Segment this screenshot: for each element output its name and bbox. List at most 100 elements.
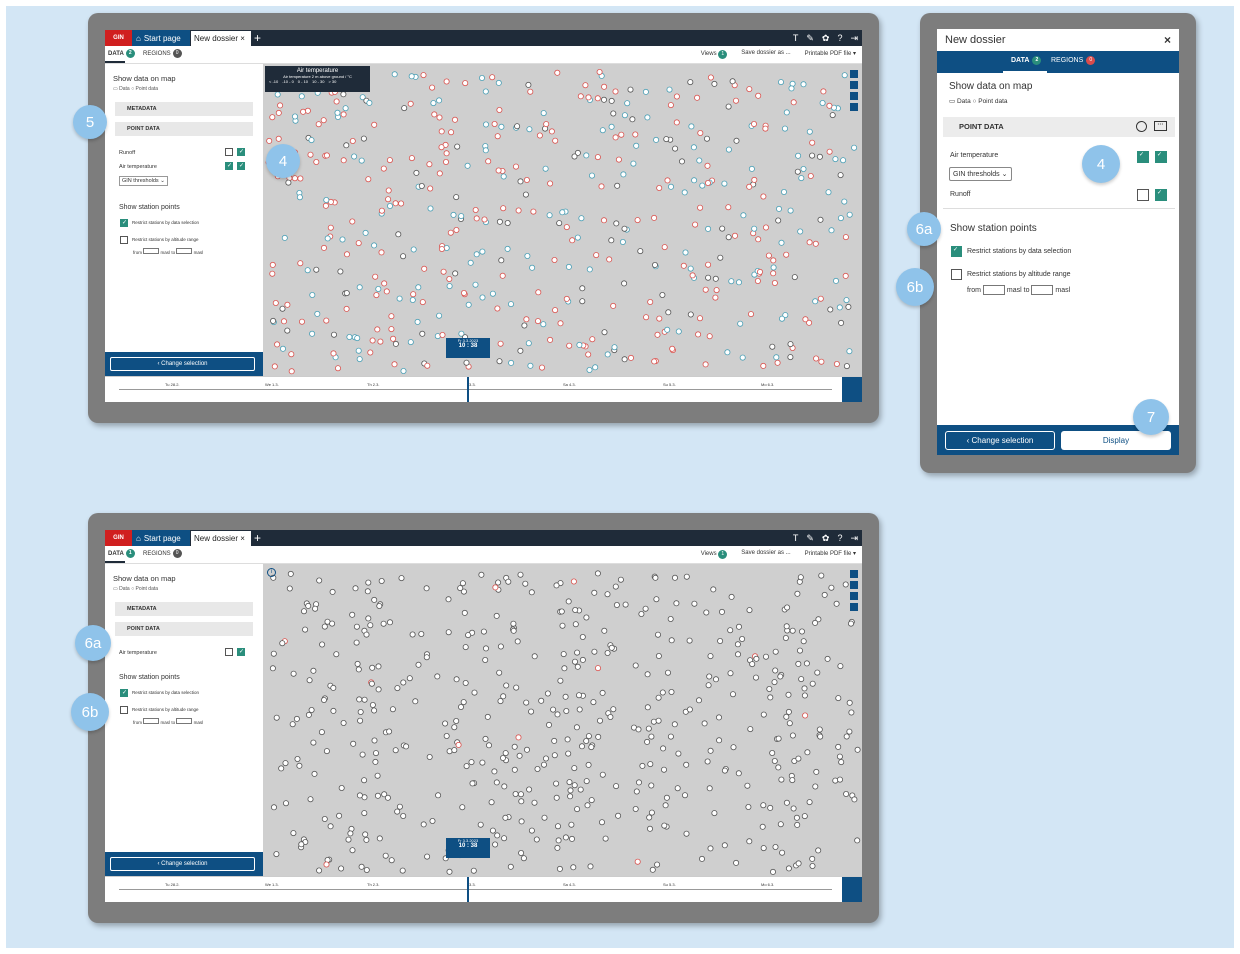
- station-marker[interactable]: [482, 147, 489, 154]
- text-icon[interactable]: T: [793, 533, 799, 543]
- station-marker[interactable]: [307, 151, 314, 158]
- air-temp-checkbox-2[interactable]: [237, 162, 245, 170]
- station-marker[interactable]: [612, 583, 619, 590]
- station-marker[interactable]: [467, 259, 474, 266]
- station-marker[interactable]: [400, 679, 407, 686]
- station-marker[interactable]: [479, 248, 486, 255]
- station-marker[interactable]: [527, 88, 534, 95]
- station-marker[interactable]: [334, 109, 341, 116]
- station-marker[interactable]: [854, 746, 861, 753]
- station-marker[interactable]: [335, 365, 342, 372]
- station-marker[interactable]: [656, 185, 663, 192]
- station-marker[interactable]: [327, 823, 334, 830]
- station-marker[interactable]: [634, 858, 641, 865]
- station-marker[interactable]: [614, 182, 621, 189]
- station-marker[interactable]: [321, 815, 328, 822]
- station-marker[interactable]: [746, 838, 753, 845]
- station-marker[interactable]: [356, 792, 363, 799]
- station-marker[interactable]: [599, 771, 606, 778]
- zoom-in-icon[interactable]: [850, 70, 858, 78]
- data-option-bottom[interactable]: ▭ Data ○ Point data: [113, 586, 158, 592]
- gear-icon[interactable]: ✿: [822, 33, 830, 44]
- station-marker[interactable]: [508, 359, 515, 366]
- station-marker[interactable]: [408, 155, 415, 162]
- station-marker[interactable]: [633, 788, 640, 795]
- map-view[interactable]: Air temperature Air temperature 2 m abov…: [263, 64, 862, 376]
- station-marker[interactable]: [655, 717, 662, 724]
- station-marker[interactable]: [585, 94, 592, 101]
- station-marker[interactable]: [579, 298, 586, 305]
- station-marker[interactable]: [410, 246, 417, 253]
- station-marker[interactable]: [421, 265, 428, 272]
- station-marker[interactable]: [562, 834, 569, 841]
- station-marker[interactable]: [794, 821, 801, 828]
- station-marker[interactable]: [398, 575, 405, 582]
- station-marker[interactable]: [442, 720, 449, 727]
- station-marker[interactable]: [365, 176, 372, 183]
- station-marker[interactable]: [442, 159, 449, 166]
- station-marker[interactable]: [749, 661, 756, 668]
- station-marker[interactable]: [746, 607, 753, 614]
- station-marker[interactable]: [450, 211, 457, 218]
- station-marker[interactable]: [491, 121, 498, 128]
- station-marker[interactable]: [345, 836, 352, 843]
- station-marker[interactable]: [557, 677, 564, 684]
- station-marker[interactable]: [779, 315, 786, 322]
- station-marker[interactable]: [482, 88, 489, 95]
- station-marker[interactable]: [721, 842, 728, 849]
- help-icon[interactable]: ?: [837, 33, 842, 43]
- station-marker[interactable]: [553, 794, 560, 801]
- station-marker[interactable]: [725, 234, 732, 241]
- station-marker[interactable]: [499, 754, 506, 761]
- station-marker[interactable]: [686, 706, 693, 713]
- station-marker[interactable]: [833, 277, 840, 284]
- station-marker[interactable]: [568, 835, 575, 842]
- station-marker[interactable]: [512, 790, 519, 797]
- history-icon[interactable]: [842, 877, 862, 902]
- tab-regions-bottom[interactable]: REGIONS 0: [143, 549, 182, 558]
- station-marker[interactable]: [574, 806, 581, 813]
- thresholds-select[interactable]: GIN thresholds ⌄: [119, 176, 168, 186]
- station-marker[interactable]: [745, 803, 752, 810]
- station-marker[interactable]: [632, 662, 639, 669]
- station-marker[interactable]: [375, 686, 382, 693]
- station-marker[interactable]: [410, 291, 417, 298]
- station-marker[interactable]: [343, 305, 350, 312]
- station-marker[interactable]: [494, 133, 501, 140]
- station-marker[interactable]: [642, 88, 649, 95]
- station-marker[interactable]: [482, 735, 489, 742]
- station-marker[interactable]: [797, 228, 804, 235]
- station-marker[interactable]: [683, 573, 690, 580]
- station-marker[interactable]: [355, 347, 362, 354]
- gin-logo[interactable]: GIN: [105, 30, 132, 46]
- station-marker[interactable]: [528, 708, 535, 715]
- station-marker[interactable]: [279, 345, 286, 352]
- station-marker[interactable]: [819, 100, 826, 107]
- station-marker[interactable]: [274, 91, 281, 98]
- station-marker[interactable]: [298, 841, 305, 848]
- station-marker[interactable]: [545, 721, 552, 728]
- station-marker[interactable]: [340, 91, 347, 98]
- station-marker[interactable]: [552, 307, 559, 314]
- timeline-bottom[interactable]: Tu 28.2. We 1.3. Th 2.3. 3.3. Sa 4.3. Su…: [105, 876, 862, 902]
- station-marker[interactable]: [560, 651, 567, 658]
- station-marker[interactable]: [324, 235, 331, 242]
- station-marker[interactable]: [513, 684, 520, 691]
- station-marker[interactable]: [816, 153, 823, 160]
- station-marker[interactable]: [633, 142, 640, 149]
- station-marker[interactable]: [536, 132, 543, 139]
- station-marker[interactable]: [461, 609, 468, 616]
- station-marker[interactable]: [783, 623, 790, 630]
- restrict-alt-checkbox-bottom[interactable]: [120, 706, 128, 714]
- station-marker[interactable]: [571, 153, 578, 160]
- station-marker[interactable]: [504, 219, 511, 226]
- station-marker[interactable]: [489, 74, 496, 81]
- station-marker[interactable]: [762, 125, 769, 132]
- station-marker[interactable]: [323, 152, 330, 159]
- station-marker[interactable]: [493, 612, 500, 619]
- station-marker[interactable]: [774, 359, 781, 366]
- station-marker[interactable]: [367, 622, 374, 629]
- station-marker[interactable]: [491, 768, 498, 775]
- station-marker[interactable]: [813, 355, 820, 362]
- station-marker[interactable]: [681, 189, 688, 196]
